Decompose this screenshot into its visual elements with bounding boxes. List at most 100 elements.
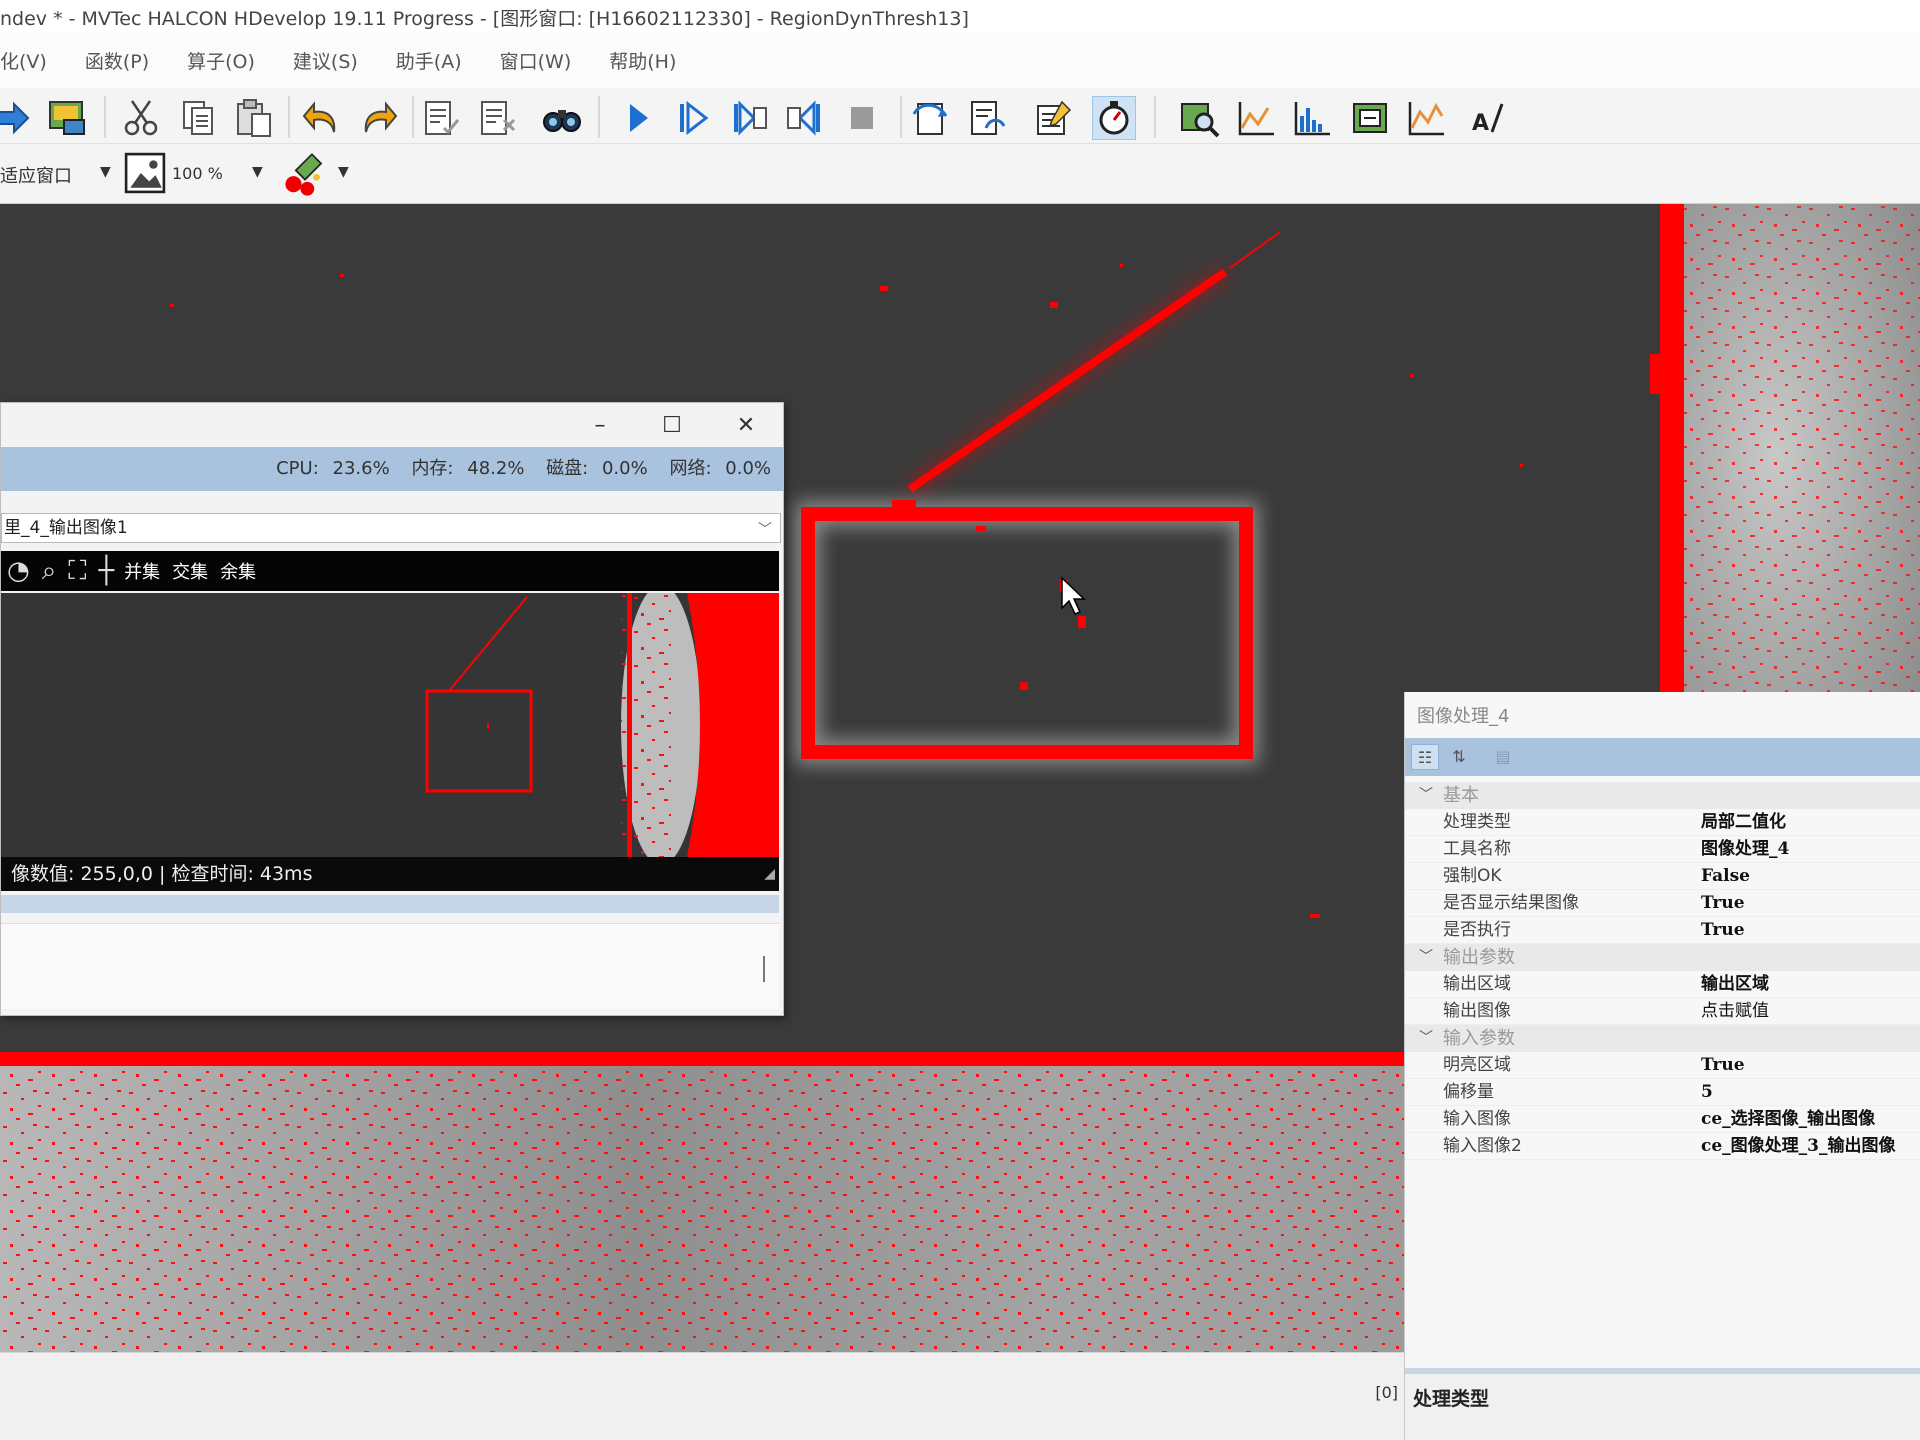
subwindow-log-area[interactable] [1,923,779,1009]
property-value[interactable]: ce_选择图像_输出图像 [1701,1106,1875,1132]
gray-histogram-icon[interactable] [1290,96,1334,140]
activate-lines-icon[interactable] [420,96,464,140]
open-image-icon[interactable] [46,96,90,140]
maximize-icon[interactable]: ☐ [657,411,687,441]
fit-tool-icon[interactable]: ⛶ [68,556,86,587]
menu-suggestions[interactable]: 建议(S) [293,47,358,74]
net-label: 网络: [669,458,712,479]
property-row[interactable]: 是否执行 True [1405,917,1920,944]
property-row[interactable]: 明亮区域 True [1405,1052,1920,1079]
paste-icon[interactable] [232,96,276,140]
property-value[interactable]: True [1701,917,1745,943]
minimize-icon[interactable]: – [585,411,615,441]
property-value[interactable]: 局部二值化 [1701,809,1786,835]
cpu-label: CPU: [276,458,319,479]
feature-inspection-icon[interactable] [1404,96,1448,140]
redo-icon[interactable] [356,96,400,140]
property-row[interactable]: 输出区域 输出区域 [1405,971,1920,998]
resource-status-bar: CPU: 23.6% 内存: 48.2% 磁盘: 0.0% 网络: 0.0% [1,447,783,491]
zoom-dropdown-icon[interactable]: ▼ [252,164,263,180]
property-row[interactable]: 输入图像2 ce_图像处理_3_输出图像 [1405,1133,1920,1160]
union-button[interactable]: 并集 [124,558,160,584]
category-input[interactable]: ﹀ 输入参数 [1405,1025,1920,1052]
stop-icon[interactable] [840,96,884,140]
fit-dropdown-icon[interactable]: ▼ [100,164,111,180]
chevron-down-icon[interactable]: ﹀ [1419,1025,1433,1052]
property-value[interactable]: 输出区域 [1701,971,1769,997]
property-row[interactable]: 处理类型 局部二值化 [1405,809,1920,836]
category-basic[interactable]: ﹀ 基本 [1405,782,1920,809]
chevron-down-icon[interactable]: ﹀ [1419,782,1433,809]
menu-help[interactable]: 帮助(H) [609,47,676,74]
cpu-value: 23.6% [332,458,390,479]
property-pages-icon[interactable]: ▤ [1489,744,1517,770]
property-panel-title: 图像处理_4 [1417,706,1510,727]
subwindow-title-bar[interactable]: – ☐ ✕ [1,403,783,447]
chevron-down-icon[interactable]: ﹀ [1419,944,1433,971]
mem-label: 内存: [411,458,454,479]
property-value[interactable]: 图像处理_4 [1701,836,1789,862]
close-icon[interactable]: ✕ [731,411,761,441]
color-paint-icon[interactable] [282,152,328,198]
property-grid: ﹀ 基本 处理类型 局部二值化 工具名称 图像处理_4 强制OK False 是否显示… [1405,782,1920,1160]
disk-label: 磁盘: [546,458,589,479]
menu-assistants[interactable]: 助手(A) [396,47,462,74]
property-value[interactable]: False [1701,863,1750,889]
step-over-icon[interactable] [672,96,716,140]
reset-procedure-icon[interactable] [966,96,1010,140]
forward-arrow-icon[interactable] [0,96,36,140]
disk-value: 0.0% [601,458,648,479]
property-value[interactable]: ce_图像处理_3_输出图像 [1701,1133,1896,1159]
property-row[interactable]: 强制OK False [1405,863,1920,890]
menu-visualize[interactable]: 化(V) [0,47,47,74]
feature-histogram-icon[interactable] [1348,96,1392,140]
undo-icon[interactable] [300,96,344,140]
image-inspect-icon[interactable] [1178,96,1222,140]
menu-operators[interactable]: 算子(O) [187,47,255,74]
step-out-icon[interactable] [784,96,828,140]
svg-text:A: A [1472,111,1489,136]
image-display-window[interactable]: – ☐ ✕ CPU: 23.6% 内存: 48.2% 磁盘: 0.0% 网络: … [0,402,784,1016]
menu-window[interactable]: 窗口(W) [500,47,572,74]
categorized-view-icon[interactable]: ☷ [1411,744,1439,770]
property-row[interactable]: 输出图像 点击赋值 [1405,998,1920,1025]
window-title: ndev * - MVTec HALCON HDevelop 19.11 Pro… [0,8,969,30]
sort-alpha-icon[interactable]: ⇅ [1445,744,1473,770]
reset-program-icon[interactable] [910,96,954,140]
category-output[interactable]: ﹀ 输出参数 [1405,944,1920,971]
deactivate-lines-icon[interactable] [476,96,520,140]
property-value[interactable]: True [1701,1052,1745,1078]
line-profile-icon[interactable] [1234,96,1278,140]
crosshair-tool-icon[interactable]: ┼ [98,556,114,586]
profiler-stopwatch-icon[interactable] [1092,96,1136,140]
cut-icon[interactable] [120,96,164,140]
intersect-button[interactable]: 交集 [172,558,208,584]
property-row[interactable]: 输入图像 ce_选择图像_输出图像 [1405,1106,1920,1133]
chevron-down-icon[interactable]: ﹀ [758,516,772,544]
menu-procedures[interactable]: 函数(P) [85,47,149,74]
remain-button[interactable]: 余集 [220,558,256,584]
property-value[interactable]: 点击赋值 [1701,998,1769,1024]
property-value[interactable]: 5 [1701,1079,1713,1105]
pie-tool-icon[interactable]: ◔ [7,556,30,586]
step-into-icon[interactable] [728,96,772,140]
property-row[interactable]: 偏移量 5 [1405,1079,1920,1106]
zoom-tool-icon[interactable]: ⌕ [42,556,57,587]
property-row[interactable]: 工具名称 图像处理_4 [1405,836,1920,863]
zoom-value[interactable]: 100 % [172,164,223,183]
property-description: 处理类型 [1405,1368,1920,1440]
pixel-info-bar: 像数值: 255,0,0 | 检查时间: 43ms ◢ [1,857,779,891]
resize-grip-icon[interactable]: ◢ [764,857,775,891]
ocr-assistant-icon[interactable]: A [1466,96,1510,140]
zoom-image-icon[interactable] [124,152,166,194]
copy-icon[interactable] [176,96,220,140]
color-dropdown-icon[interactable]: ▼ [338,164,349,180]
subwindow-image-view[interactable] [1,593,779,857]
property-row[interactable]: 是否显示结果图像 True [1405,890,1920,917]
find-binoculars-icon[interactable] [540,96,584,140]
image-select-combo[interactable]: 里_4_输出图像1 ﹀ [1,513,781,543]
fit-window-label[interactable]: 适应窗口 [0,162,72,188]
edit-program-icon[interactable] [1032,96,1076,140]
run-icon[interactable] [616,96,660,140]
property-value[interactable]: True [1701,890,1745,916]
